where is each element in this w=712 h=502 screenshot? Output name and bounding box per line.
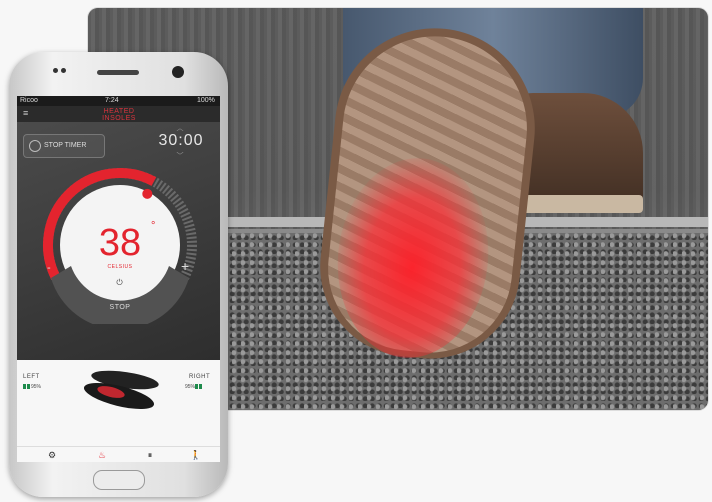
right-battery-value: 95% <box>185 384 196 390</box>
stop-timer-label: STOP TIMER <box>44 142 87 149</box>
insoles-image <box>83 370 159 410</box>
insoles-icon[interactable]: ⏸ <box>143 450 157 460</box>
stop-timer-button[interactable]: STOP TIMER <box>23 134 105 158</box>
right-battery: 95% <box>185 384 203 390</box>
battery-text: 100% <box>197 97 215 104</box>
insole-status: LEFT 95% RIGHT 95% ⚙ ♨ ⏸ 🚶 <box>17 360 220 462</box>
phone-speaker <box>97 70 139 75</box>
power-icon[interactable]: ⏻ <box>115 278 124 287</box>
phone-sensor <box>53 68 58 73</box>
phone-device: Ricoo 7:24 100% ≡ HEATED INSOLES STOP TI… <box>9 52 228 497</box>
app-screen: Ricoo 7:24 100% ≡ HEATED INSOLES STOP TI… <box>17 96 220 462</box>
right-label: RIGHT <box>189 374 211 380</box>
clock-icon <box>29 140 41 152</box>
left-battery: 95% <box>23 384 41 390</box>
increase-button[interactable]: + <box>181 258 189 274</box>
stop-button[interactable]: STOP <box>41 304 199 311</box>
battery-icon <box>27 384 30 390</box>
phone-sensor <box>61 68 66 73</box>
settings-icon[interactable]: ⚙ <box>45 450 59 460</box>
status-bar: Ricoo 7:24 100% <box>17 96 220 106</box>
timer-decrease-icon[interactable]: ﹀ <box>175 153 185 160</box>
walk-icon[interactable]: 🚶 <box>189 450 203 460</box>
temperature-value: 38 <box>98 222 142 264</box>
hamburger-icon[interactable]: ≡ <box>23 109 33 118</box>
status-time: 7:24 <box>105 97 119 104</box>
control-panel: STOP TIMER ︿ 30:00 ﹀ 38 ° CELSIUS - + ⏻ <box>17 122 220 360</box>
heat-icon[interactable]: ♨ <box>95 450 109 460</box>
temperature-dial[interactable]: 38 ° CELSIUS - + ⏻ STOP <box>41 166 199 330</box>
brand-logo: HEATED INSOLES <box>102 108 136 122</box>
left-label: LEFT <box>23 374 40 380</box>
battery-icon <box>195 384 199 390</box>
temperature-unit: CELSIUS <box>107 264 133 270</box>
dial-knob[interactable] <box>142 188 153 199</box>
bottom-nav: ⚙ ♨ ⏸ 🚶 <box>17 446 220 462</box>
home-button[interactable] <box>93 470 145 490</box>
battery-icon <box>23 384 26 390</box>
left-battery-value: 95% <box>31 384 42 390</box>
timer-value: 30:00 <box>158 132 204 149</box>
decrease-button[interactable]: - <box>47 262 51 274</box>
battery-icon <box>199 384 203 390</box>
phone-camera <box>172 66 184 78</box>
app-header: ≡ HEATED INSOLES <box>17 106 220 122</box>
degree-symbol: ° <box>151 220 156 232</box>
carrier-text: Ricoo <box>20 97 38 104</box>
